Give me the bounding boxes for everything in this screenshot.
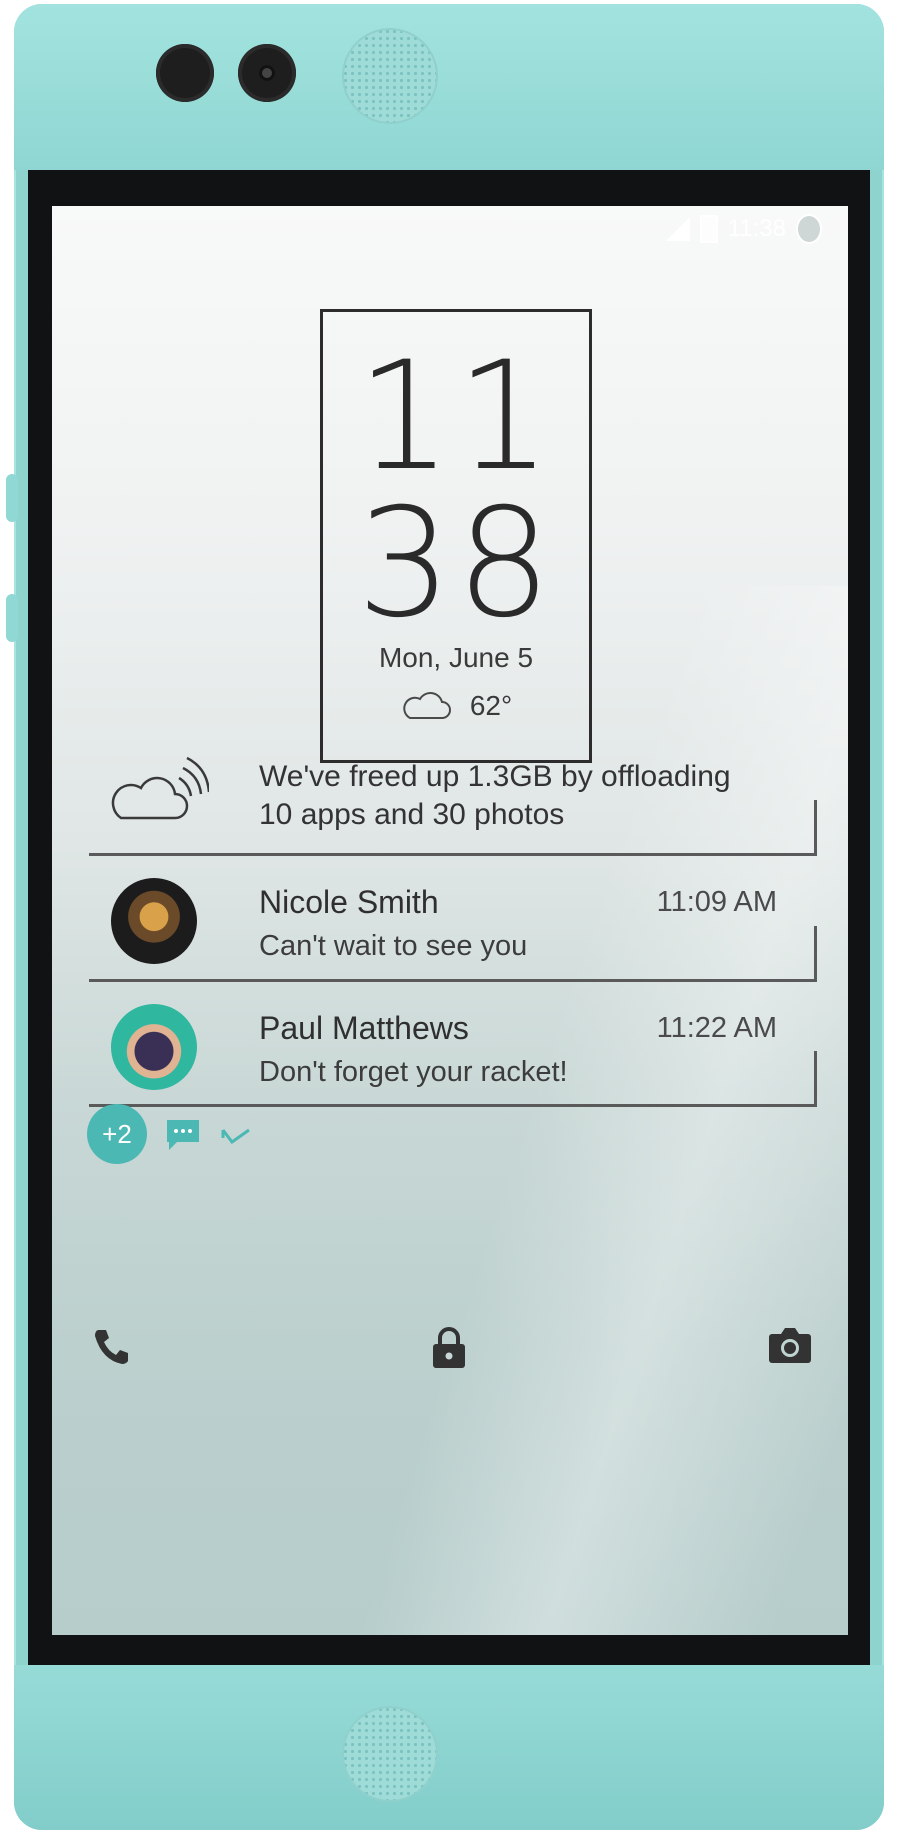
bottom-speaker-grille bbox=[342, 1706, 438, 1802]
message-notification[interactable]: Paul Matthews 11:22 AM Don't forget your… bbox=[89, 982, 817, 1107]
weather: 62° bbox=[323, 690, 589, 722]
camera-icon[interactable] bbox=[768, 1326, 812, 1364]
message-time: 11:22 AM bbox=[656, 1012, 777, 1044]
avatar bbox=[111, 1004, 197, 1090]
battery-icon bbox=[699, 215, 718, 243]
sender-name: Paul Matthews bbox=[259, 1010, 469, 1046]
message-notification[interactable]: Nicole Smith 11:09 AM Can't wait to see … bbox=[89, 856, 817, 982]
storage-line-1: We've freed up 1.3GB by offloading bbox=[259, 760, 731, 793]
cloud-icon bbox=[403, 692, 451, 719]
status-bar: 11:38 bbox=[665, 214, 822, 244]
signal-icon bbox=[665, 217, 690, 241]
message-text: Don't forget your racket! bbox=[259, 1056, 568, 1088]
lock-icon[interactable] bbox=[431, 1326, 467, 1370]
clock-date: Mon, June 5 bbox=[378, 642, 534, 673]
bottom-band bbox=[14, 1665, 884, 1830]
more-notifications-badge[interactable]: +2 bbox=[87, 1104, 147, 1164]
message-time: 11:09 AM bbox=[656, 886, 777, 918]
check-icon[interactable] bbox=[220, 1124, 252, 1148]
top-band bbox=[14, 4, 884, 170]
front-sensor bbox=[156, 44, 214, 102]
phone-icon[interactable] bbox=[92, 1326, 132, 1366]
robot-icon bbox=[796, 214, 822, 244]
chat-bubble-icon[interactable] bbox=[165, 1118, 201, 1152]
storage-notification[interactable]: We've freed up 1.3GB by offloading 10 ap… bbox=[89, 736, 817, 856]
message-text: Can't wait to see you bbox=[259, 930, 528, 962]
cloud-sync-icon bbox=[111, 756, 209, 820]
top-speaker-grille bbox=[342, 28, 438, 124]
front-camera-icon bbox=[238, 44, 296, 102]
status-time: 11:38 bbox=[727, 215, 786, 242]
clock-widget[interactable]: 11 38 Mon, June 5 62° bbox=[320, 309, 592, 763]
storage-line-2: 10 apps and 30 photos bbox=[259, 798, 565, 831]
phone-body: 11:38 11 38 Mon, June 5 62° We've freed … bbox=[6, 4, 884, 1830]
volume-down-button[interactable] bbox=[6, 594, 18, 642]
lock-screen: 11:38 11 38 Mon, June 5 62° We've freed … bbox=[52, 206, 848, 1635]
sender-name: Nicole Smith bbox=[259, 884, 439, 920]
temperature: 62° bbox=[469, 690, 513, 721]
volume-up-button[interactable] bbox=[6, 474, 18, 522]
clock-minute: 38 bbox=[356, 477, 556, 651]
avatar bbox=[111, 878, 197, 964]
